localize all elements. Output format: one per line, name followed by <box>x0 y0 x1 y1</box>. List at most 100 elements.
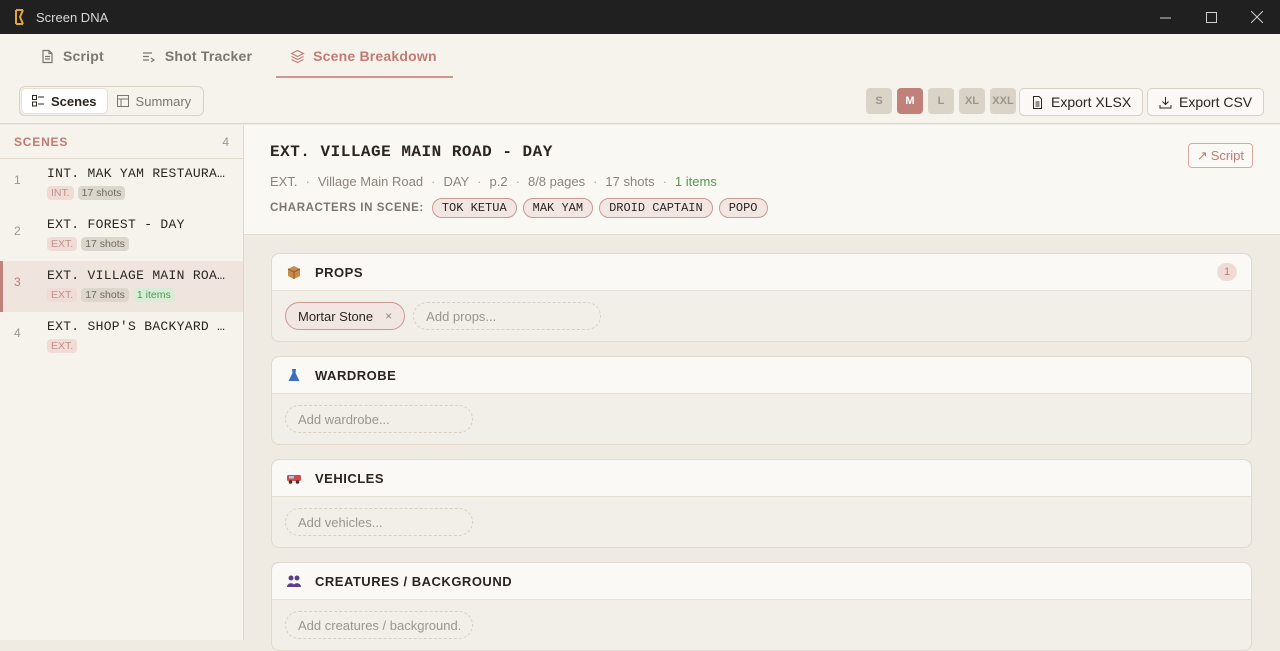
category-title: PROPS <box>315 265 1217 280</box>
remove-item-icon[interactable]: × <box>385 309 392 323</box>
spreadsheet-icon <box>1031 96 1044 109</box>
summary-view-button[interactable]: Summary <box>107 89 202 113</box>
size-selector: S M L XL XXL <box>866 88 1016 114</box>
size-l-button[interactable]: L <box>928 88 954 114</box>
dress-icon <box>286 367 302 383</box>
scene-list-item[interactable]: 1 INT. MAK YAM RESTAURANT INT. 17 shots <box>0 159 243 210</box>
category-header[interactable]: CREATURES / BACKGROUND <box>272 563 1251 600</box>
characters-label: CHARACTERS IN SCENE: <box>270 202 424 214</box>
main-tabs: Script Shot Tracker Scene Breakdown <box>26 34 453 78</box>
size-m-button[interactable]: M <box>897 88 923 114</box>
category-items <box>272 394 1251 444</box>
scene-number: 3 <box>14 275 21 289</box>
size-xxl-button[interactable]: XXL <box>990 88 1016 114</box>
window-title: Screen DNA <box>36 10 1142 25</box>
add-vehicles-input[interactable] <box>285 508 473 536</box>
item-chip-label: Mortar Stone <box>298 309 373 324</box>
list-arrow-icon <box>142 49 157 64</box>
category-count-badge: 1 <box>1217 263 1237 281</box>
scene-list-item[interactable]: 2 EXT. FOREST - DAY EXT. 17 shots <box>0 210 243 261</box>
category-items <box>272 600 1251 650</box>
character-chip[interactable]: POPO <box>719 198 768 218</box>
meta-shots: 17 shots <box>605 174 654 189</box>
open-script-label: Script <box>1211 148 1244 163</box>
scene-title: EXT. VILLAGE MAIN ROAD - DAY <box>270 143 1254 161</box>
scene-name: EXT. FOREST - DAY <box>47 217 233 232</box>
close-icon <box>1251 11 1263 23</box>
maximize-icon <box>1206 12 1217 23</box>
scene-number: 2 <box>14 224 21 238</box>
maximize-button[interactable] <box>1188 0 1234 34</box>
scene-number: 1 <box>14 173 21 187</box>
character-chip[interactable]: TOK KETUA <box>432 198 517 218</box>
view-toggle: Scenes Summary <box>19 86 204 116</box>
category-wardrobe: WARDROBE <box>271 356 1252 445</box>
app-logo-icon <box>12 8 28 26</box>
tab-shot-tracker-label: Shot Tracker <box>165 48 252 64</box>
vehicle-icon <box>286 470 302 486</box>
add-props-input[interactable] <box>413 302 601 330</box>
open-script-button[interactable]: ↗ Script <box>1188 143 1253 168</box>
items-badge: 1 items <box>133 288 175 302</box>
scene-list-item-selected[interactable]: 3 EXT. VILLAGE MAIN ROAD - DAY EXT. 17 s… <box>0 261 243 312</box>
top-navigation: Script Shot Tracker Scene Breakdown Scen… <box>0 34 1280 124</box>
category-header[interactable]: WARDROBE <box>272 357 1251 394</box>
export-xlsx-label: Export XLSX <box>1051 94 1131 110</box>
breakdown-categories: PROPS 1 Mortar Stone × WARDROB <box>244 235 1280 651</box>
scene-detail: EXT. VILLAGE MAIN ROAD - DAY EXT.· Villa… <box>244 125 1280 640</box>
table-icon <box>117 95 129 107</box>
meta-pages: 8/8 pages <box>528 174 585 189</box>
int-ext-badge: EXT. <box>47 339 77 353</box>
shots-badge: 17 shots <box>78 186 126 200</box>
scene-name: EXT. VILLAGE MAIN ROAD - DAY <box>47 268 233 283</box>
scene-list-item[interactable]: 4 EXT. SHOP'S BACKYARD - DAY EXT. <box>0 312 243 363</box>
scenes-count: 4 <box>222 135 229 149</box>
size-xl-button[interactable]: XL <box>959 88 985 114</box>
category-header[interactable]: PROPS 1 <box>272 254 1251 291</box>
meta-location: Village Main Road <box>318 174 423 189</box>
category-creatures-background: CREATURES / BACKGROUND <box>271 562 1252 651</box>
item-chip[interactable]: Mortar Stone × <box>285 302 405 330</box>
scene-number: 4 <box>14 326 21 340</box>
scene-name: INT. MAK YAM RESTAURANT <box>47 166 233 181</box>
category-title: WARDROBE <box>315 368 1237 383</box>
shots-badge: 17 shots <box>81 288 129 302</box>
main-area: SCENES 4 1 INT. MAK YAM RESTAURANT INT. … <box>0 125 1280 640</box>
category-vehicles: VEHICLES <box>271 459 1252 548</box>
scene-header: EXT. VILLAGE MAIN ROAD - DAY EXT.· Villa… <box>244 125 1280 235</box>
people-icon <box>286 573 302 589</box>
close-button[interactable] <box>1234 0 1280 34</box>
size-s-button[interactable]: S <box>866 88 892 114</box>
export-csv-button[interactable]: Export CSV <box>1147 88 1264 116</box>
category-items: Mortar Stone × <box>272 291 1251 341</box>
tab-script[interactable]: Script <box>26 34 118 78</box>
title-bar: Screen DNA <box>0 0 1280 34</box>
character-chip[interactable]: MAK YAM <box>523 198 593 218</box>
scenes-title: SCENES <box>14 135 68 149</box>
add-creatures-input[interactable] <box>285 611 473 639</box>
int-ext-badge: EXT. <box>47 288 77 302</box>
tab-script-label: Script <box>63 48 104 64</box>
category-title: CREATURES / BACKGROUND <box>315 574 1237 589</box>
characters-row: CHARACTERS IN SCENE: TOK KETUA MAK YAM D… <box>270 198 1254 218</box>
meta-page: p.2 <box>490 174 508 189</box>
layers-icon <box>290 49 305 64</box>
category-items <box>272 497 1251 547</box>
scenes-header: SCENES 4 <box>0 125 243 159</box>
tab-shot-tracker[interactable]: Shot Tracker <box>128 34 266 78</box>
minimize-button[interactable] <box>1142 0 1188 34</box>
add-wardrobe-input[interactable] <box>285 405 473 433</box>
int-ext-badge: INT. <box>47 186 74 200</box>
export-xlsx-button[interactable]: Export XLSX <box>1019 88 1143 116</box>
character-chip[interactable]: DROID CAPTAIN <box>599 198 713 218</box>
scene-meta: EXT.· Village Main Road· DAY· p.2· 8/8 p… <box>270 174 1254 189</box>
scenes-view-button[interactable]: Scenes <box>22 89 107 113</box>
external-arrow-icon: ↗ <box>1197 148 1208 164</box>
tab-scene-breakdown[interactable]: Scene Breakdown <box>276 34 453 78</box>
package-icon <box>286 264 302 280</box>
tab-scene-breakdown-label: Scene Breakdown <box>313 48 437 64</box>
category-title: VEHICLES <box>315 471 1237 486</box>
category-header[interactable]: VEHICLES <box>272 460 1251 497</box>
list-icon <box>32 95 44 107</box>
download-icon <box>1159 96 1172 109</box>
